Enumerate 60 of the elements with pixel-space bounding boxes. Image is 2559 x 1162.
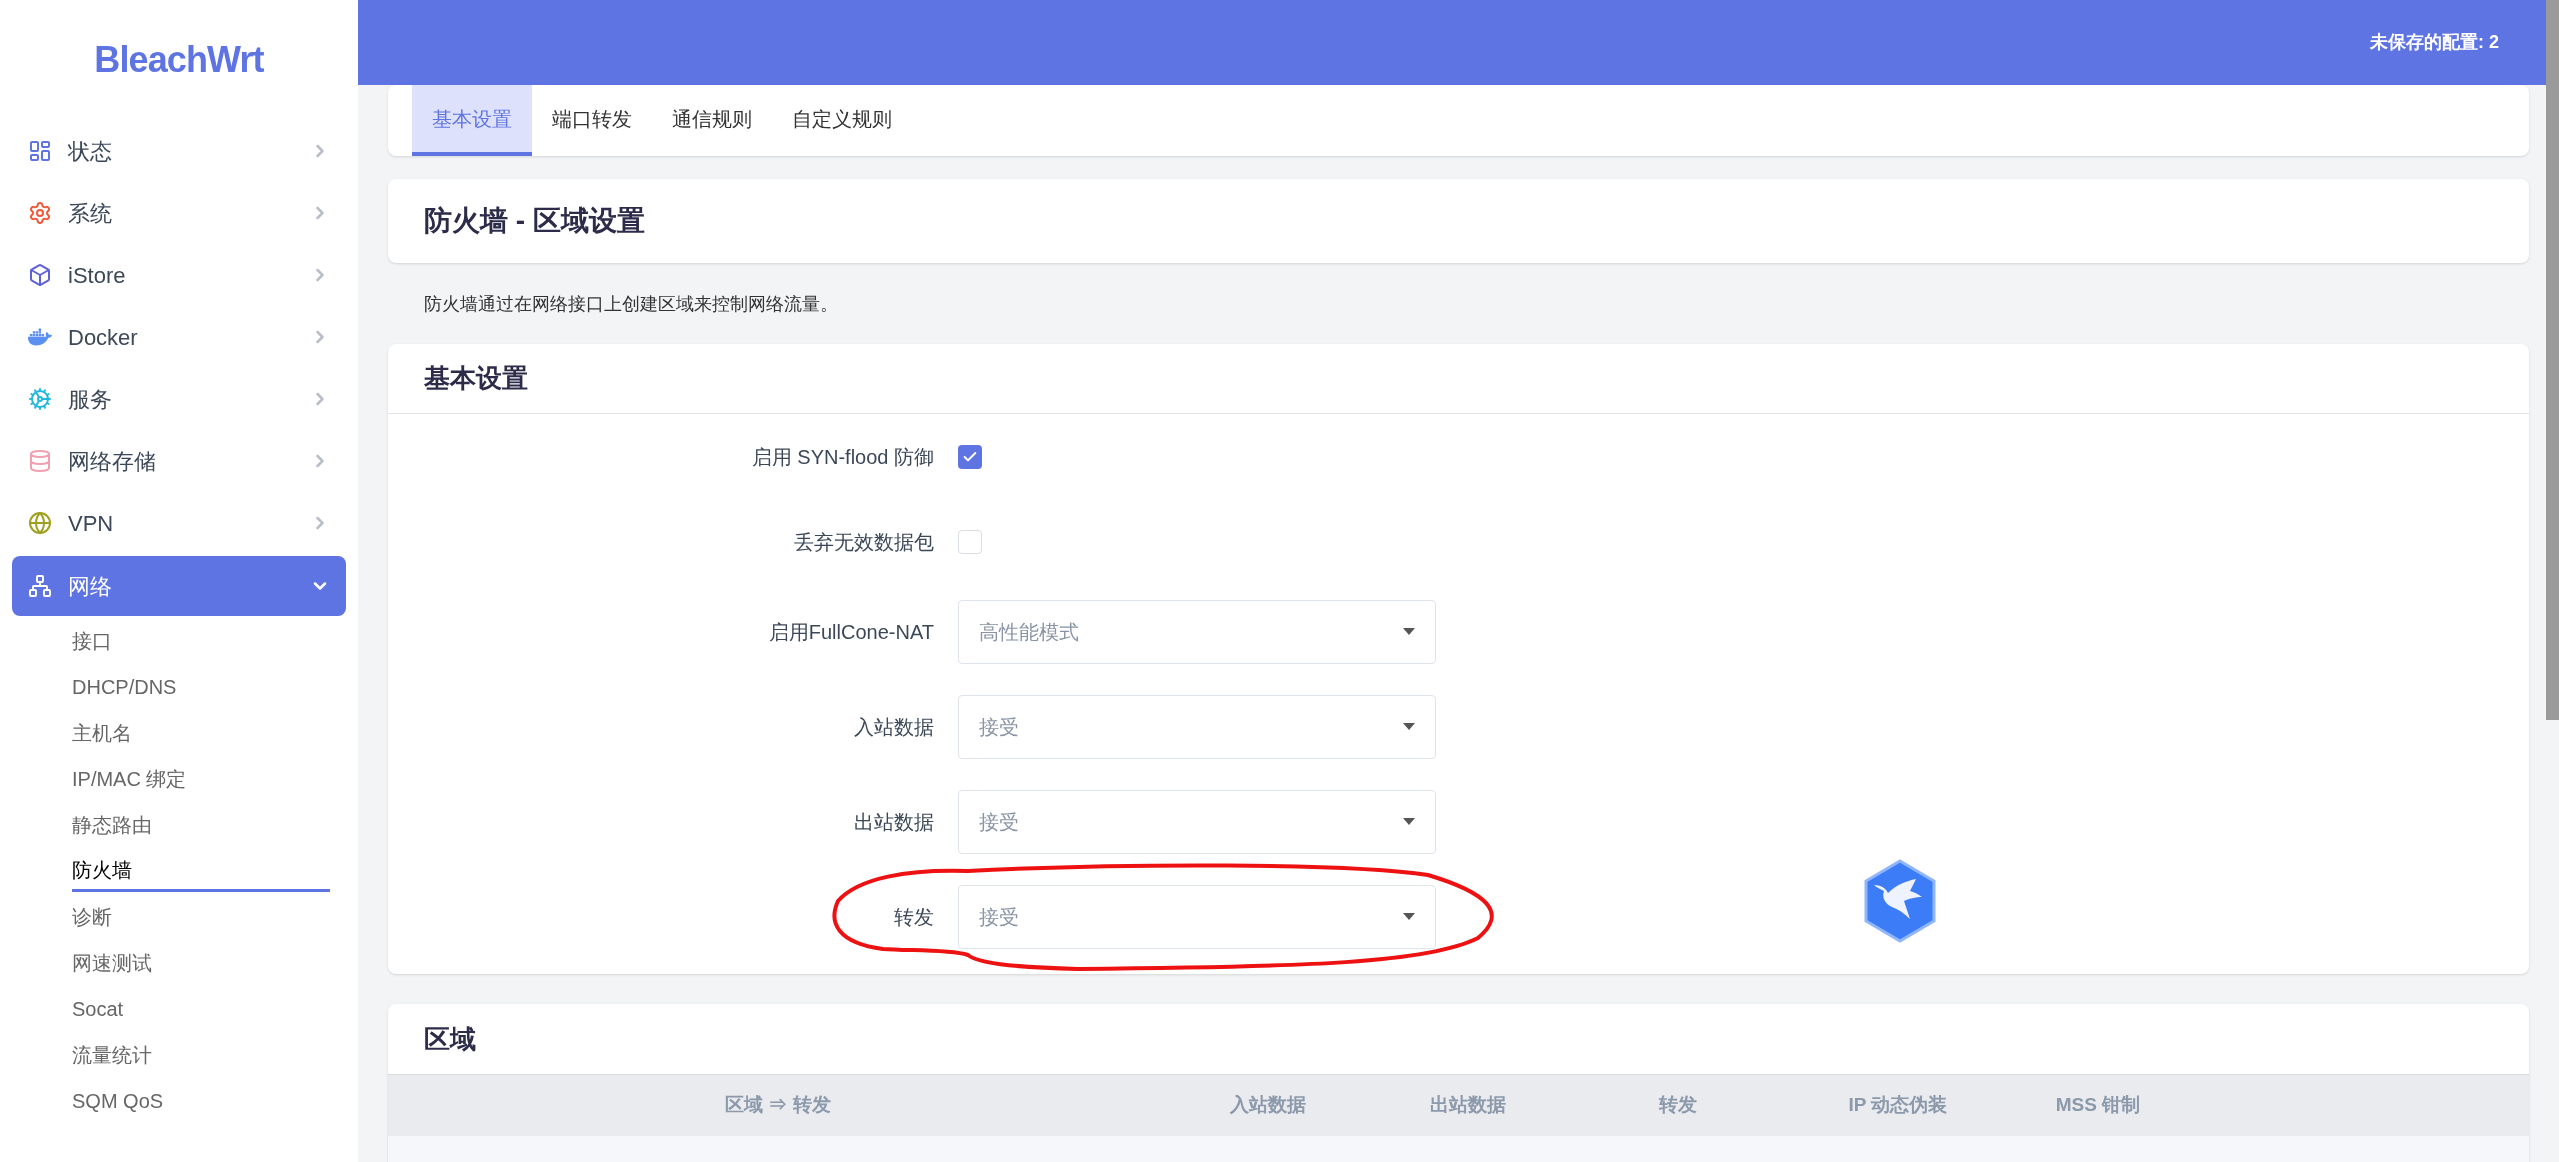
field-label: 启用FullCone-NAT <box>768 619 934 645</box>
brand-logo: BleachWrt <box>94 38 264 82</box>
field-label: 启用 SYN-flood 防御 <box>751 444 934 470</box>
field-label: 丢弃无效数据包 <box>794 529 934 555</box>
caret-icon <box>1403 818 1415 825</box>
submenu-link[interactable]: SQM QoS <box>72 1086 330 1116</box>
column-header: MSS 钳制 <box>2055 1093 2141 1118</box>
sidebar-item[interactable]: Docker <box>12 307 346 367</box>
checkbox[interactable] <box>958 444 982 469</box>
section-title: 基本设置 <box>424 362 528 395</box>
dashboard-icon <box>28 139 52 163</box>
sidebar-item[interactable]: 系统 <box>12 183 346 243</box>
sidebar-item[interactable]: 状态 <box>12 121 346 181</box>
cube-icon <box>28 263 52 287</box>
submenu-link[interactable]: 主机名 <box>72 718 330 748</box>
checkbox[interactable] <box>958 529 982 554</box>
tab[interactable]: 通信规则 <box>652 85 772 156</box>
bird-hexagon-icon <box>1862 859 1938 943</box>
submenu-link[interactable]: 防火墙 <box>72 850 330 892</box>
sidebar-item[interactable]: 网络 <box>12 556 346 616</box>
tab[interactable]: 端口转发 <box>532 85 652 156</box>
column-header: 入站数据 <box>1230 1093 1306 1118</box>
submenu-link[interactable]: 诊断 <box>72 902 330 932</box>
submenu-link[interactable]: IP/MAC 绑定 <box>72 764 330 794</box>
gears-icon <box>28 387 52 411</box>
column-header: 区域 ⇒ 转发 <box>725 1093 831 1118</box>
tab[interactable]: 基本设置 <box>412 85 532 156</box>
submenu-link[interactable]: 网速测试 <box>72 948 330 978</box>
caret-icon <box>1403 628 1415 635</box>
caret-icon <box>1403 723 1415 730</box>
caret-icon <box>1403 913 1415 920</box>
column-header: 出站数据 <box>1430 1093 1506 1118</box>
submenu-link[interactable]: DHCP/DNS <box>72 672 330 702</box>
section-title: 区域 <box>424 1022 476 1056</box>
submenu-link[interactable]: 静态路由 <box>72 810 330 840</box>
network-icon <box>28 574 52 598</box>
settings-icon <box>28 201 52 225</box>
page-description: 防火墙通过在网络接口上创建区域来控制网络流量。 <box>423 293 839 316</box>
scrollbar[interactable] <box>2546 0 2559 720</box>
page-title: 防火墙 - 区域设置 <box>424 204 645 238</box>
column-header: IP 动态伪装 <box>1848 1093 1948 1118</box>
field-label: 转发 <box>894 904 934 930</box>
submenu-link[interactable]: 流量统计 <box>72 1040 330 1070</box>
sidebar-item[interactable]: iStore <box>12 245 346 305</box>
select-dropdown[interactable]: 接受 <box>958 694 1436 759</box>
submenu-link[interactable]: Socat <box>72 994 330 1024</box>
field-label: 出站数据 <box>854 809 934 835</box>
column-header: 转发 <box>1659 1093 1697 1118</box>
globe-icon <box>28 511 52 535</box>
submenu-link[interactable]: 接口 <box>72 626 330 656</box>
sidebar-item[interactable]: 网络存储 <box>12 431 346 491</box>
select-dropdown[interactable]: 接受 <box>958 789 1436 854</box>
tab[interactable]: 自定义规则 <box>772 85 912 156</box>
select-dropdown[interactable]: 接受 <box>958 884 1436 949</box>
sidebar-item[interactable]: VPN <box>12 493 346 553</box>
unsaved-changes-count[interactable]: 未保存的配置: 2 <box>2370 29 2499 56</box>
field-label: 入站数据 <box>854 714 934 740</box>
sidebar-item[interactable]: 服务 <box>12 369 346 429</box>
database-icon <box>28 449 52 473</box>
select-dropdown[interactable]: 高性能模式 <box>958 599 1436 664</box>
